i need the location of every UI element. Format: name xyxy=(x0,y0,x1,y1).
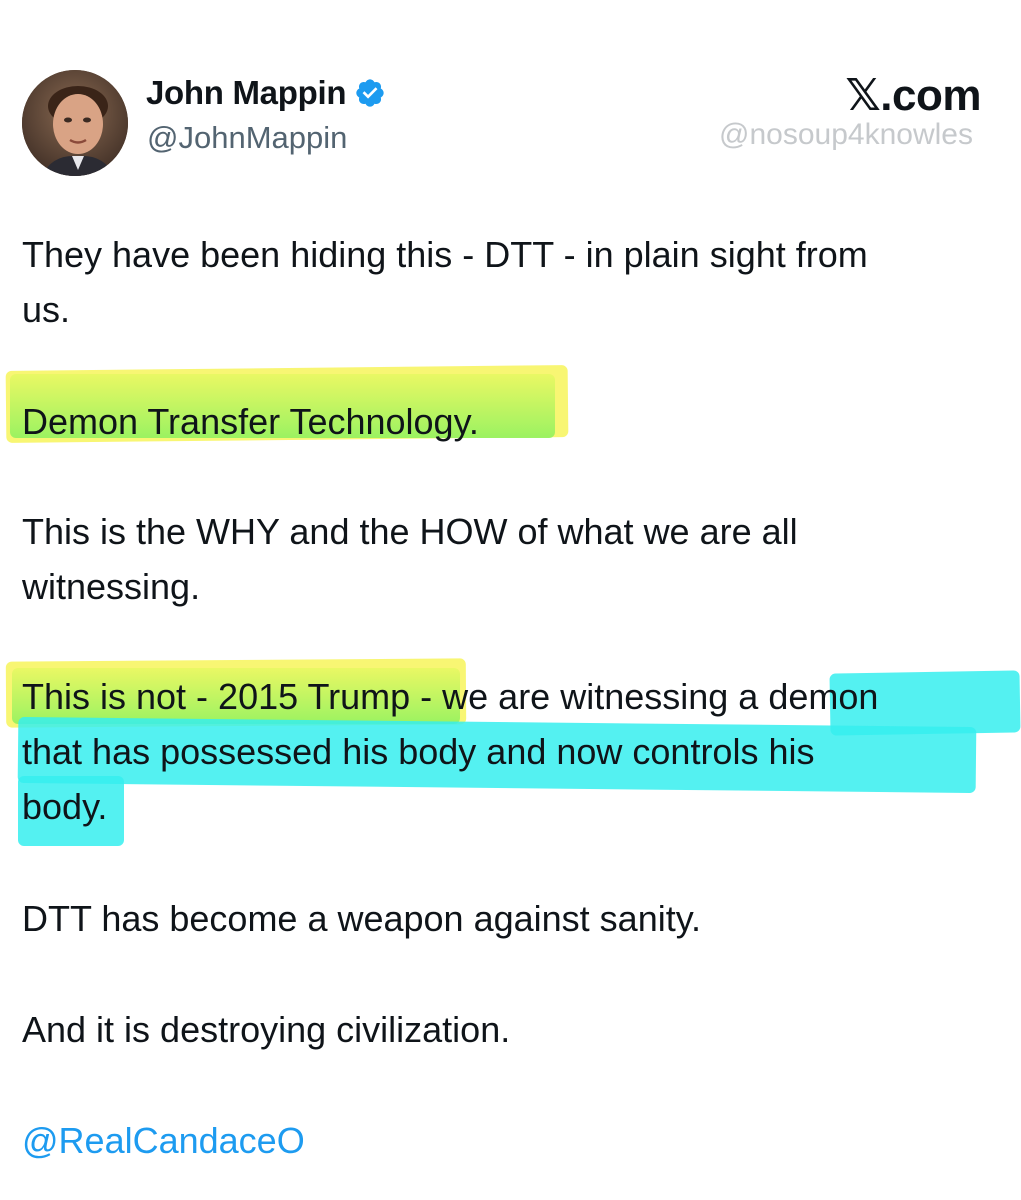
post-header: John Mappin @JohnMappin 𝕏.com @nosoup4kn… xyxy=(0,0,1021,200)
post-text-line-6: This is not - 2015 Trump - we are witnes… xyxy=(22,676,879,717)
author-name-row: John Mappin xyxy=(146,74,386,112)
author-display-name[interactable]: John Mappin xyxy=(146,74,346,112)
post-text-line-8: body. xyxy=(22,786,108,827)
watermark-handle: @nosoup4knowles xyxy=(719,118,973,151)
post-text-line-1: They have been hiding this - DTT - in pl… xyxy=(22,234,868,275)
author-avatar[interactable] xyxy=(22,70,128,176)
post-text-line-2: us. xyxy=(22,289,71,330)
post-text-line-10: And it is destroying civilization. xyxy=(22,1009,511,1050)
post-text-line-4: This is the WHY and the HOW of what we a… xyxy=(22,511,798,552)
post-text-line-5: witnessing. xyxy=(22,566,201,607)
avatar-photo-icon xyxy=(22,70,128,176)
verified-badge-icon xyxy=(354,77,386,109)
author-handle[interactable]: @JohnMappin xyxy=(147,120,347,156)
mention-link[interactable]: @RealCandaceO xyxy=(22,1114,997,1168)
post-text-line-3: Demon Transfer Technology. xyxy=(22,401,479,442)
post-text-line-9: DTT has become a weapon against sanity. xyxy=(22,898,702,939)
source-site-label: 𝕏.com xyxy=(845,71,981,120)
post-text-line-7: that has possessed his body and now cont… xyxy=(22,731,815,772)
